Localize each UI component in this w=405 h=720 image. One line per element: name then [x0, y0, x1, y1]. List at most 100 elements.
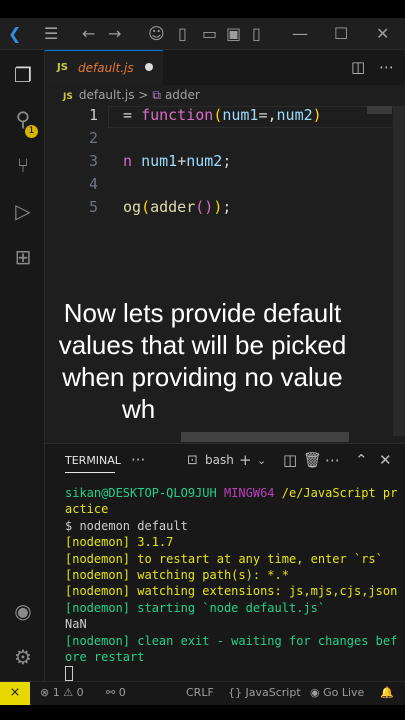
ports-icon: ⚯: [106, 686, 116, 699]
terminal-line: [nodemon] watching extensions: js,mjs,cj…: [65, 583, 403, 599]
split-editor-icon[interactable]: ◫: [351, 58, 365, 76]
terminal-cursor: [65, 666, 73, 682]
breadcrumb: JS default.js > ⧉ adder: [63, 88, 200, 103]
code-token: adder: [150, 198, 196, 216]
js-file-icon: JS: [57, 62, 68, 73]
terminal-text: sikan@DESKTOP-QLO9JUH: [65, 486, 224, 500]
braces-icon: {}: [228, 686, 242, 699]
close-icon[interactable]: ✕: [376, 24, 389, 44]
terminal-icon: ⊡: [187, 453, 198, 468]
code-line[interactable]: 2: [45, 129, 405, 152]
shell-name[interactable]: bash: [205, 453, 234, 467]
more-actions-icon[interactable]: ⋯: [379, 58, 394, 76]
customize-layout-icon[interactable]: ▣: [226, 24, 241, 44]
code-line[interactable]: 3 n num1+num2;: [45, 152, 405, 175]
terminal-line: [nodemon] starting `node default.js`: [65, 600, 403, 616]
customize-layout-2-icon[interactable]: ▯: [252, 24, 261, 44]
tab-default-js[interactable]: JS default.js: [45, 50, 163, 85]
warnings-count: 0: [76, 686, 84, 699]
split-terminal-icon[interactable]: ◫: [283, 451, 297, 469]
source-control-icon[interactable]: ⑂: [10, 152, 36, 178]
terminal-output[interactable]: sikan@DESKTOP-QLO9JUH MINGW64 /e/JavaScr…: [65, 485, 403, 682]
panel-more-icon[interactable]: ···: [131, 451, 145, 469]
terminal-text: [nodemon] clean exit - waiting for chang…: [65, 633, 398, 665]
toggle-panel-icon[interactable]: ▭: [202, 24, 217, 44]
terminal-text: MINGW64: [223, 486, 282, 500]
go-live-button[interactable]: ◉ Go Live: [310, 686, 364, 699]
forward-icon[interactable]: →: [108, 24, 121, 44]
code-token: ;: [222, 152, 232, 170]
minimize-icon[interactable]: —: [292, 24, 308, 44]
code-token: (): [195, 198, 214, 216]
terminal-text: [nodemon] starting `node default.js`: [65, 600, 326, 615]
breadcrumb-file[interactable]: default.js: [79, 88, 135, 102]
toggle-sidebar-icon[interactable]: ▯: [178, 24, 187, 44]
code-token: num1: [222, 106, 259, 124]
line-number: 3: [88, 152, 98, 170]
code-line[interactable]: 5 og(adder());: [45, 198, 405, 221]
code-token: ): [312, 106, 322, 124]
trash-icon[interactable]: 🗑: [303, 451, 322, 469]
tab-filename: default.js: [78, 61, 134, 75]
code-token: function: [141, 106, 214, 124]
run-debug-icon[interactable]: ▷: [10, 198, 36, 224]
terminal-line: [nodemon] to restart at any time, enter …: [65, 551, 403, 567]
terminal-text: [nodemon] 3.1.7: [65, 535, 174, 550]
terminal-line: sikan@DESKTOP-QLO9JUH MINGW64 /e/JavaScr…: [65, 485, 403, 518]
account-icon[interactable]: ◉: [10, 598, 36, 624]
code-text: og(adder());: [123, 198, 231, 216]
close-panel-icon[interactable]: ✕: [379, 451, 392, 469]
code-token: +: [177, 152, 187, 170]
tab-terminal[interactable]: TERMINAL: [65, 454, 121, 467]
maximize-icon[interactable]: ☐: [334, 24, 348, 44]
breadcrumb-separator: >: [138, 88, 149, 102]
caption-line: values that will be picked: [58, 330, 347, 360]
copilot-icon[interactable]: ☺: [148, 24, 165, 44]
maximize-panel-icon[interactable]: ⌃: [355, 451, 368, 469]
language-mode[interactable]: {} JavaScript: [228, 686, 301, 699]
code-token: =: [258, 106, 268, 124]
problems-indicator[interactable]: ⊗ 1 ⚠ 0: [40, 686, 84, 699]
extensions-icon[interactable]: ⊞: [10, 244, 36, 270]
code-token: num2: [186, 152, 223, 170]
menu-icon[interactable]: ☰: [44, 24, 58, 44]
terminal-line: $ nodemon default: [65, 518, 403, 534]
code-token: num1: [141, 152, 178, 170]
video-caption: Now lets provide default values that wil…: [0, 297, 405, 425]
bottom-black-band: [0, 705, 405, 720]
code-token: n: [123, 152, 142, 170]
horizontal-scrollbar[interactable]: [181, 432, 349, 442]
line-number: 1: [88, 106, 98, 124]
breadcrumb-symbol[interactable]: adder: [165, 88, 200, 102]
code-line[interactable]: 4: [45, 175, 405, 198]
error-icon: ⊗: [40, 686, 50, 699]
search-icon[interactable]: ⚲: [10, 106, 36, 132]
explorer-icon[interactable]: ❐: [10, 62, 36, 88]
caption-line: wh: [122, 394, 156, 424]
terminal-cursor-line: [65, 665, 403, 682]
broadcast-icon: ◉: [310, 686, 320, 699]
go-live-label: Go Live: [323, 686, 365, 699]
code-line[interactable]: 1 = function(num1=,num2): [45, 106, 405, 129]
chevron-down-icon[interactable]: ⌄: [257, 454, 266, 467]
settings-gear-icon[interactable]: ⚙: [10, 644, 36, 670]
code-token: =: [123, 106, 142, 124]
unsaved-dot-icon[interactable]: [145, 63, 153, 71]
terminal-line: [nodemon] clean exit - waiting for chang…: [65, 633, 403, 666]
ports-indicator[interactable]: ⚯ 0: [106, 686, 126, 699]
remote-indicator-icon[interactable]: ⨯: [0, 682, 30, 706]
eol-indicator[interactable]: CRLF: [186, 686, 214, 699]
code-text: = function(num1=,num2): [123, 106, 322, 124]
code-text: n num1+num2;: [123, 152, 231, 170]
ports-count: 0: [118, 686, 126, 699]
terminal-line: [nodemon] watching path(s): *.*: [65, 567, 403, 583]
terminal-text: $ nodemon default: [65, 518, 188, 533]
caption-line: Now lets provide default: [63, 298, 342, 328]
notifications-bell-icon[interactable]: 🔔: [380, 686, 394, 699]
code-token: og: [123, 198, 142, 216]
panel-more-actions-icon[interactable]: ⋯: [325, 451, 340, 469]
back-icon[interactable]: ←: [82, 24, 95, 44]
editor-tab-bar: JS default.js ◫ ⋯: [45, 50, 405, 85]
warning-icon: ⚠: [63, 686, 74, 699]
new-terminal-icon[interactable]: +: [239, 451, 252, 469]
